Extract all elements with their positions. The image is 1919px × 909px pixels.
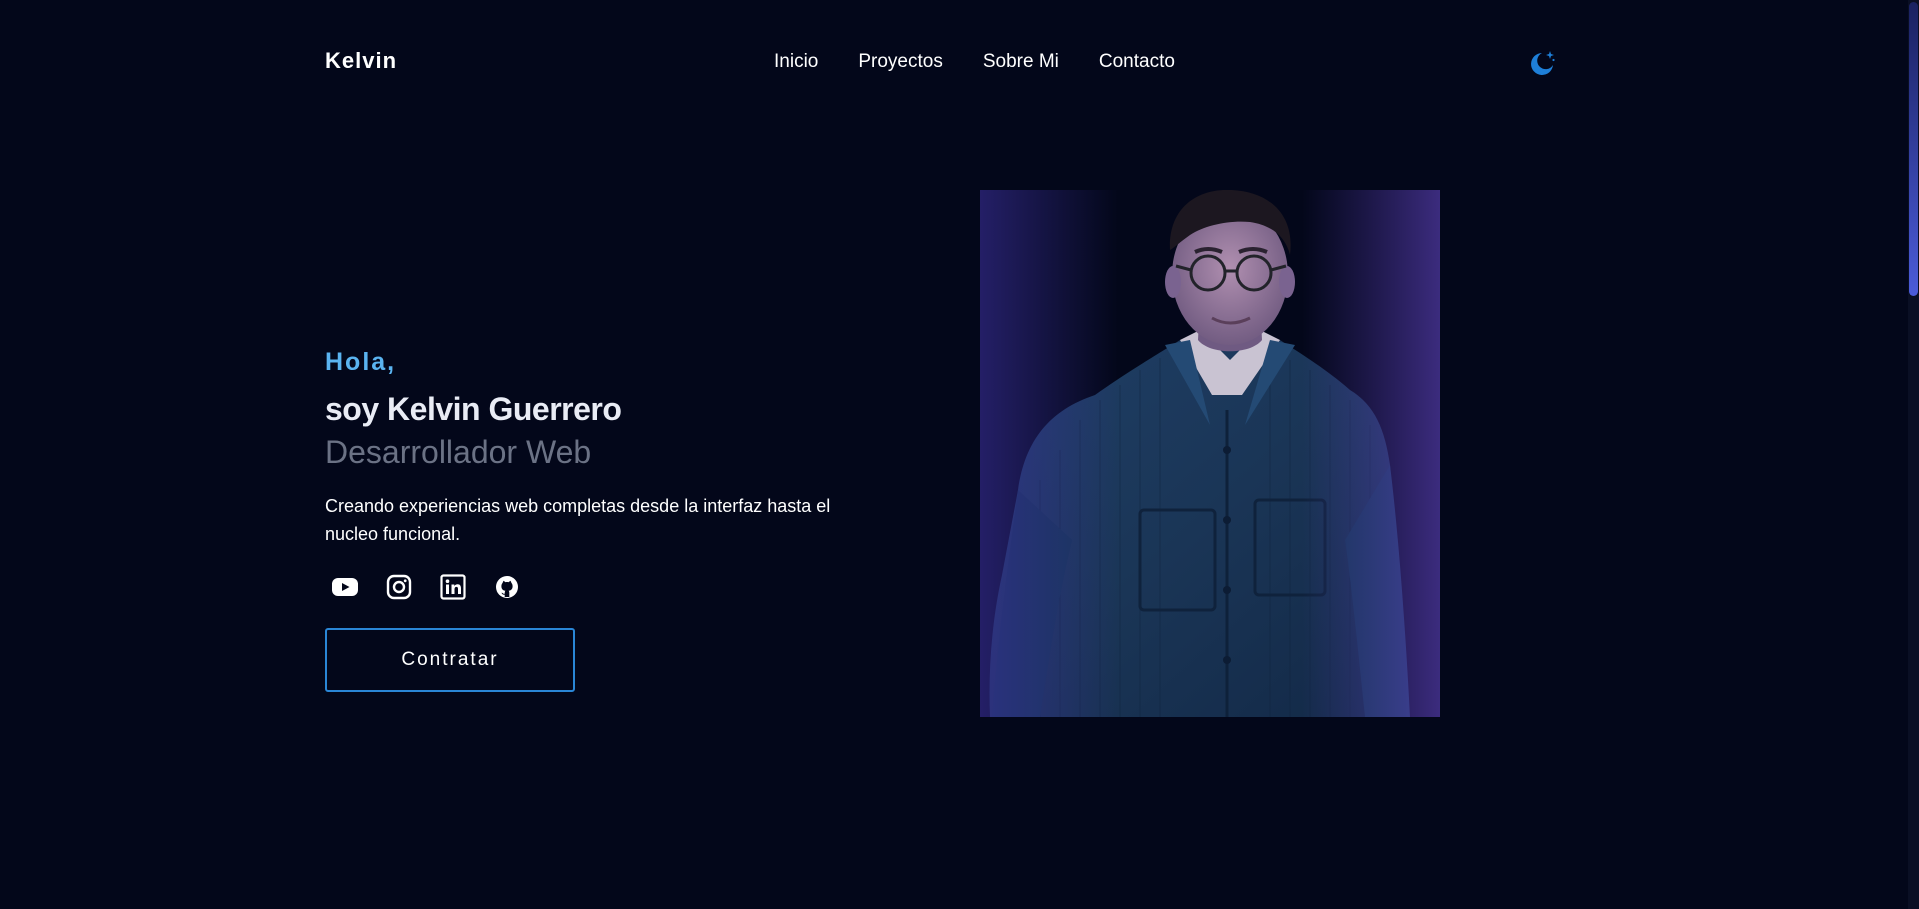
nav-link-contacto[interactable]: Contacto xyxy=(1099,51,1175,73)
nav-link-sobre-mi[interactable]: Sobre Mi xyxy=(983,51,1059,73)
hero-tagline: Creando experiencias web completas desde… xyxy=(325,496,831,544)
page: Kelvin Inicio Proyectos Sobre Mi Contact… xyxy=(0,0,1919,909)
youtube-link[interactable] xyxy=(330,572,360,602)
main-nav: Inicio Proyectos Sobre Mi Contacto xyxy=(774,51,1175,73)
scrollbar-thumb[interactable] xyxy=(1909,2,1918,296)
theme-toggle-button[interactable] xyxy=(1527,48,1557,78)
youtube-icon xyxy=(332,578,358,596)
moon-star-icon xyxy=(1531,51,1555,75)
nav-link-inicio[interactable]: Inicio xyxy=(774,51,818,73)
hire-button[interactable]: Contratar xyxy=(325,628,575,692)
social-links xyxy=(330,572,522,602)
linkedin-icon xyxy=(440,574,466,600)
hero-greeting: Hola, xyxy=(325,348,397,376)
linkedin-link[interactable] xyxy=(438,572,468,602)
brand-logo[interactable]: Kelvin xyxy=(325,48,397,74)
github-icon xyxy=(496,576,518,598)
instagram-link[interactable] xyxy=(384,572,414,602)
hero-role: Desarrollador Web xyxy=(325,434,592,470)
profile-photo xyxy=(980,189,1440,717)
instagram-icon xyxy=(386,574,412,600)
hero-name: soy Kelvin Guerrero xyxy=(325,391,622,427)
page-scrollbar[interactable] xyxy=(1908,0,1919,909)
github-link[interactable] xyxy=(492,572,522,602)
nav-link-proyectos[interactable]: Proyectos xyxy=(858,51,942,73)
